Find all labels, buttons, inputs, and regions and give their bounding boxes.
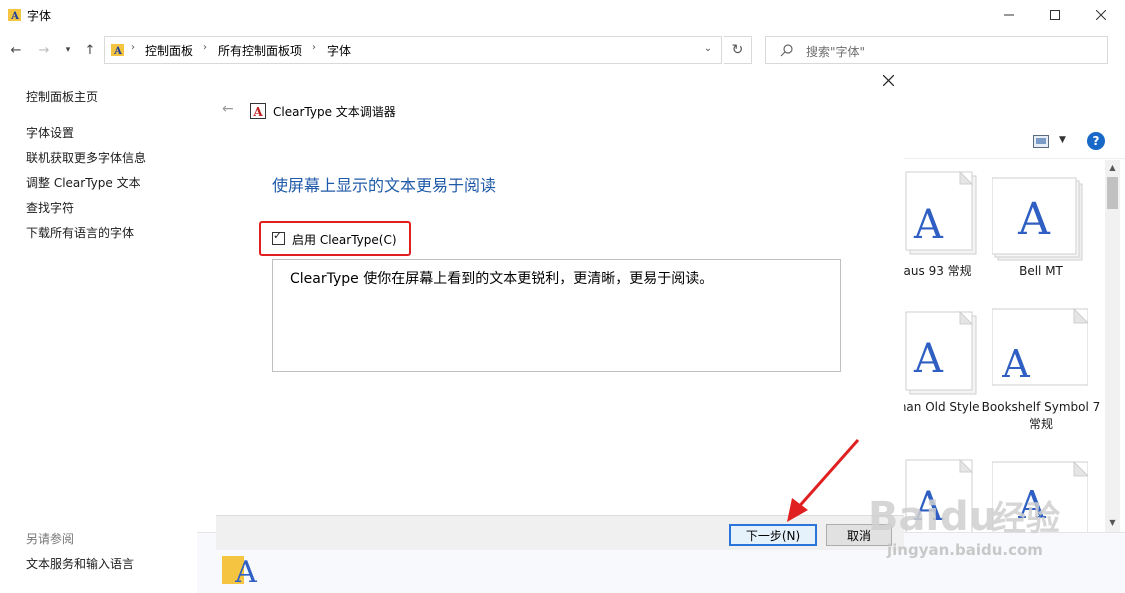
control-panel-home-link[interactable]: 控制面板主页 xyxy=(26,88,98,105)
text-services-link[interactable]: 文本服务和输入语言 xyxy=(26,555,134,572)
refresh-button[interactable]: ↻ xyxy=(724,36,752,64)
breadcrumb-separator-icon: › xyxy=(131,42,135,53)
close-icon xyxy=(882,74,894,86)
address-dropdown-icon[interactable]: ⌄ xyxy=(699,43,717,59)
adjust-cleartype-link[interactable]: 调整 ClearType 文本 xyxy=(26,174,141,191)
search-placeholder: 搜索"字体" xyxy=(806,45,866,59)
breadcrumb-all-items[interactable]: 所有控制面板项 xyxy=(218,42,302,59)
baidu-watermark-logo: Bai du 经验 xyxy=(868,494,1060,540)
vertical-scrollbar[interactable] xyxy=(1105,160,1120,532)
help-icon[interactable]: ? xyxy=(1087,132,1105,150)
watermark-url: jingyan.baidu.com xyxy=(887,541,1043,559)
fonts-folder-icon: A xyxy=(8,9,21,22)
up-arrow-icon: ↑ xyxy=(84,42,96,58)
scroll-down-icon[interactable]: ▼ xyxy=(1105,516,1120,530)
search-input[interactable]: 搜索"字体" xyxy=(765,36,1108,64)
annotation-highlight-box xyxy=(259,221,411,256)
breadcrumb-fonts[interactable]: 字体 xyxy=(327,42,351,59)
svg-text:A: A xyxy=(113,46,122,57)
svg-text:du: du xyxy=(940,494,997,540)
address-bar[interactable]: A › 控制面板 › 所有控制面板项 › 字体 ⌄ xyxy=(104,36,722,64)
dialog-back-icon[interactable]: ← xyxy=(222,101,234,117)
minimize-icon xyxy=(1004,14,1014,16)
dialog-title: ClearType 文本调谐器 xyxy=(273,105,396,119)
svg-text:A: A xyxy=(10,11,19,22)
refresh-icon: ↻ xyxy=(731,42,744,58)
search-icon xyxy=(780,44,793,57)
up-button[interactable]: ↑ xyxy=(82,40,98,60)
back-button[interactable]: ← xyxy=(8,40,24,60)
view-dropdown-icon[interactable]: ▼ xyxy=(1059,135,1066,145)
recent-locations-button[interactable]: ▾ xyxy=(62,40,74,60)
minimize-button[interactable] xyxy=(986,0,1032,30)
find-character-link[interactable]: 查找字符 xyxy=(26,199,74,216)
view-options-icon[interactable] xyxy=(1033,135,1049,148)
fonts-folder-icon: A xyxy=(111,44,124,57)
scrollbar-thumb[interactable] xyxy=(1107,177,1118,209)
maximize-icon xyxy=(1050,10,1060,20)
forward-arrow-icon: → xyxy=(38,42,50,58)
scroll-up-icon[interactable]: ▲ xyxy=(1105,161,1120,175)
breadcrumb-separator-icon: › xyxy=(312,42,316,53)
close-icon xyxy=(1096,10,1106,20)
back-arrow-icon: ← xyxy=(10,42,22,58)
forward-button[interactable]: → xyxy=(36,40,52,60)
svg-text:Bai: Bai xyxy=(868,494,939,540)
chevron-down-icon: ▾ xyxy=(65,45,71,55)
svg-text:A: A xyxy=(1001,342,1030,386)
svg-text:A: A xyxy=(252,105,263,119)
close-window-button[interactable] xyxy=(1078,0,1124,30)
font-file-thumbnail[interactable]: A xyxy=(892,170,988,260)
svg-text:经验: 经验 xyxy=(992,499,1060,539)
font-file-thumbnail[interactable]: A xyxy=(992,176,1088,266)
svg-text:A: A xyxy=(913,336,944,382)
dialog-close-button[interactable] xyxy=(878,70,898,90)
breadcrumb-control-panel[interactable]: 控制面板 xyxy=(145,42,193,59)
cleartype-icon: A xyxy=(250,103,266,119)
font-name-label: Bookshelf Symbol 7 常规 xyxy=(981,400,1101,431)
download-fonts-link[interactable]: 下载所有语言的字体 xyxy=(26,224,134,241)
title-bar: A 字体 xyxy=(0,0,1125,30)
breadcrumb-separator-icon: › xyxy=(203,42,207,53)
svg-text:A: A xyxy=(1017,194,1051,245)
svg-text:A: A xyxy=(234,555,257,586)
see-also-heading: 另请参阅 xyxy=(26,532,75,546)
next-button[interactable]: 下一步(N) xyxy=(729,524,817,546)
fonts-folder-large-icon: A xyxy=(222,555,257,586)
font-file-thumbnail[interactable]: A xyxy=(992,307,1088,397)
description-text: ClearType 使你在屏幕上看到的文本更锐利，更清晰，更易于阅读。 xyxy=(290,271,714,287)
dialog-heading: 使屏幕上显示的文本更易于阅读 xyxy=(272,176,497,195)
maximize-button[interactable] xyxy=(1032,0,1078,30)
font-file-thumbnail[interactable]: A xyxy=(892,310,988,400)
font-settings-link[interactable]: 字体设置 xyxy=(26,124,74,141)
window-title: 字体 xyxy=(27,9,52,23)
font-name-label: Bell MT xyxy=(1019,264,1063,278)
get-more-font-info-link[interactable]: 联机获取更多字体信息 xyxy=(26,149,146,166)
svg-text:A: A xyxy=(913,202,944,248)
